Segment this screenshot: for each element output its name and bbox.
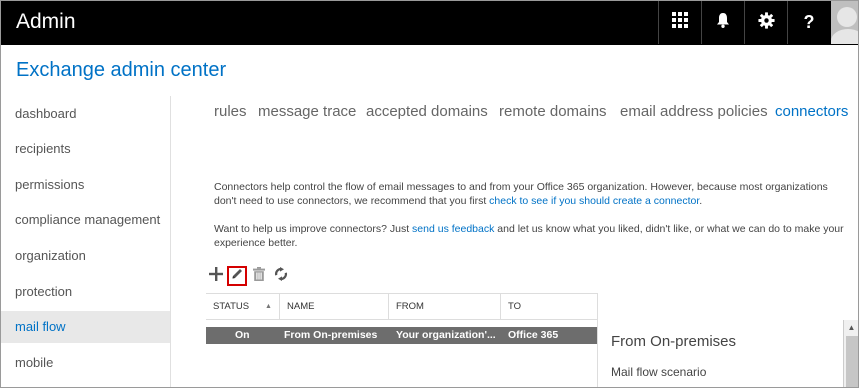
sidebar-item-protection[interactable]: protection bbox=[0, 276, 170, 308]
app-launcher-button[interactable] bbox=[658, 1, 701, 44]
plus-icon bbox=[209, 266, 223, 286]
bell-icon bbox=[716, 12, 730, 33]
details-scrollbar[interactable]: ▲ bbox=[843, 320, 859, 388]
table-row[interactable]: On From On-premises Your organization'..… bbox=[206, 327, 598, 344]
cell-name: From On-premises bbox=[284, 329, 378, 341]
tab-rules[interactable]: rules bbox=[214, 103, 247, 120]
refresh-icon bbox=[274, 266, 288, 286]
description-paragraph-1: Connectors help control the flow of emai… bbox=[214, 180, 850, 208]
sidebar-item-permissions[interactable]: permissions bbox=[0, 169, 170, 201]
tab-connectors[interactable]: connectors bbox=[775, 103, 848, 120]
column-header-name[interactable]: NAME bbox=[280, 294, 389, 319]
scroll-up-button[interactable]: ▲ bbox=[844, 320, 859, 334]
help-icon: ? bbox=[803, 12, 815, 32]
send-feedback-link[interactable]: send us feedback bbox=[412, 223, 494, 235]
avatar-head bbox=[837, 7, 857, 27]
column-header-status[interactable]: STATUS ▲ bbox=[206, 294, 280, 319]
app-launcher-icon bbox=[672, 12, 688, 33]
description-text-end: . bbox=[699, 195, 703, 207]
column-header-from[interactable]: FROM bbox=[389, 294, 501, 319]
sidebar-divider bbox=[170, 96, 171, 388]
notifications-button[interactable] bbox=[701, 1, 744, 44]
gear-icon bbox=[757, 11, 775, 34]
sidebar-item-mobile[interactable]: mobile bbox=[0, 347, 170, 379]
tab-accepted-domains[interactable]: accepted domains bbox=[366, 103, 488, 120]
sidebar-item-dashboard[interactable]: dashboard bbox=[0, 98, 170, 130]
check-connector-link[interactable]: check to see if you should create a conn… bbox=[489, 195, 699, 207]
cell-to: Office 365 bbox=[508, 329, 559, 341]
trash-icon bbox=[253, 266, 265, 286]
edit-button[interactable] bbox=[227, 266, 247, 286]
page-title: Exchange admin center bbox=[16, 59, 227, 81]
help-button[interactable]: ? bbox=[787, 1, 830, 44]
sidebar-item-compliance-management[interactable]: compliance management bbox=[0, 204, 170, 236]
details-pane-divider bbox=[597, 293, 598, 388]
top-bar: Admin ? bbox=[0, 0, 859, 45]
details-title: From On-premises bbox=[611, 333, 737, 350]
sidebar-item-recipients[interactable]: recipients bbox=[0, 133, 170, 165]
details-label-mail-flow-scenario: Mail flow scenario bbox=[611, 365, 707, 379]
settings-button[interactable] bbox=[744, 1, 787, 44]
tab-remote-domains[interactable]: remote domains bbox=[499, 103, 607, 120]
column-header-to[interactable]: TO bbox=[501, 294, 598, 319]
feedback-text-start: Want to help us improve connectors? Just bbox=[214, 223, 413, 235]
delete-button[interactable] bbox=[249, 266, 269, 286]
sort-ascending-icon: ▲ bbox=[265, 303, 272, 310]
tab-message-trace[interactable]: message trace bbox=[258, 103, 356, 120]
sidebar-item-organization[interactable]: organization bbox=[0, 240, 170, 272]
scroll-thumb[interactable] bbox=[846, 336, 858, 388]
tab-email-address-policies[interactable]: email address policies bbox=[620, 103, 768, 120]
pencil-icon bbox=[231, 267, 243, 285]
cell-status: On bbox=[235, 329, 250, 341]
app-title: Admin bbox=[16, 10, 76, 33]
avatar-shoulder bbox=[831, 29, 859, 44]
sidebar-item-mail-flow[interactable]: mail flow bbox=[0, 311, 170, 343]
table-header: STATUS ▲ NAME FROM TO bbox=[206, 293, 598, 320]
add-button[interactable] bbox=[206, 266, 226, 286]
avatar[interactable] bbox=[831, 1, 859, 44]
refresh-button[interactable] bbox=[271, 266, 291, 286]
cell-from: Your organization'... bbox=[396, 329, 496, 341]
description-paragraph-2: Want to help us improve connectors? Just… bbox=[214, 222, 850, 250]
